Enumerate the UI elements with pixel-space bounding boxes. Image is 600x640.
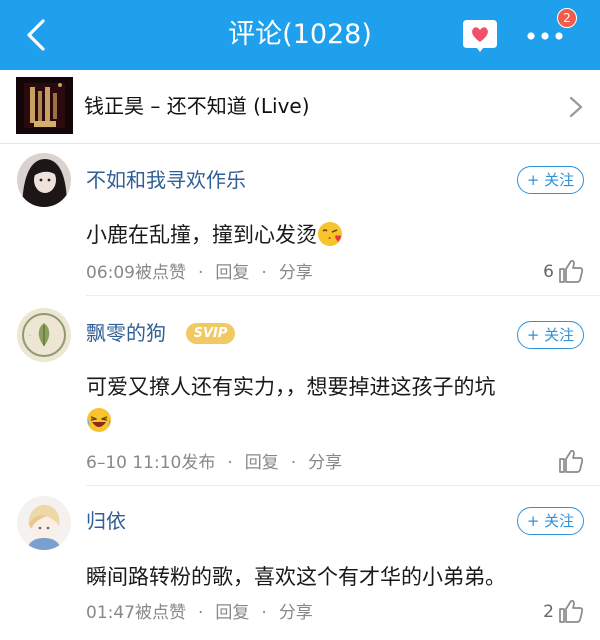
comment-username[interactable]: 不如和我寻欢作乐 (86, 166, 246, 194)
thumbs-up-icon (559, 259, 584, 283)
user-avatar-image (17, 153, 71, 207)
avatar[interactable] (17, 153, 71, 207)
like-button[interactable]: 2 (524, 598, 584, 626)
separator-dot: · (261, 263, 267, 283)
comment-time: 01:47被点赞 (86, 603, 186, 623)
follow-button[interactable]: + 关注 (517, 507, 584, 535)
back-button[interactable] (18, 16, 54, 54)
reply-button[interactable]: 回复 (215, 262, 249, 284)
separator-dot: · (261, 603, 267, 623)
notification-badge: 2 (557, 8, 577, 28)
comment-item: · 飘零的狗 SVIP + 关注 可爱又撩人还有实力，，想要掉进这孩子的坑 6–… (0, 296, 600, 486)
comment-text: 瞬间路转粉的歌，喜欢这个有才华的小弟弟。 (86, 560, 586, 594)
page-title: 评论(1028) (228, 19, 372, 50)
like-button[interactable]: 6 (524, 258, 584, 286)
svg-text:·: · (29, 333, 31, 340)
comment-text-content: 小鹿在乱撞，撞到心发烫 (86, 223, 317, 247)
comment-text: 可爱又撩人还有实力，，想要掉进这孩子的坑 (86, 370, 586, 438)
separator-dot: · (198, 603, 204, 623)
comment-time: 6–10 11:10发布 (86, 453, 216, 473)
follow-button[interactable]: + 关注 (517, 166, 584, 194)
favorite-button[interactable] (461, 18, 499, 54)
svip-badge: SVIP (186, 323, 235, 344)
user-avatar-image: · (17, 308, 71, 362)
heart-chat-icon (463, 20, 497, 52)
thumbs-up-icon (559, 599, 584, 623)
comment-username[interactable]: 飘零的狗 (86, 319, 166, 347)
separator-dot: · (198, 263, 204, 283)
song-info-bar[interactable]: 钱正昊 – 还不知道 (Live) (0, 70, 600, 144)
like-button[interactable] (524, 448, 584, 476)
comment-username[interactable]: 归依 (86, 507, 126, 535)
reply-button[interactable]: 回复 (245, 452, 279, 474)
comment-item: 不如和我寻欢作乐 + 关注 小鹿在乱撞，撞到心发烫 06:09被点赞 · 回复 · 分享… (0, 144, 600, 296)
laughing-emoji-icon (87, 408, 111, 432)
comment-text-content: 瞬间路转粉的歌，喜欢这个有才华的小弟弟。 (86, 565, 506, 589)
user-avatar-image (17, 496, 71, 550)
comment-text: 小鹿在乱撞，撞到心发烫 (86, 218, 586, 252)
separator-dot: · (227, 453, 233, 473)
separator-dot: · (290, 453, 297, 473)
kiss-emoji-icon (318, 222, 342, 246)
avatar[interactable]: · (17, 308, 71, 362)
like-count: 2 (543, 602, 554, 622)
follow-button[interactable]: + 关注 (517, 321, 584, 349)
album-art-image (16, 77, 73, 134)
chevron-right-icon (569, 96, 583, 118)
comment-text-content: 可爱又撩人还有实力，，想要掉进这孩子的坑 (86, 375, 496, 399)
share-button[interactable]: 分享 (279, 262, 313, 284)
comment-meta: 06:09被点赞 · 回复 · 分享 (86, 262, 313, 284)
top-nav-bar: 评论(1028) 2 (0, 0, 600, 70)
comment-meta: 01:47被点赞 · 回复 · 分享 (86, 602, 313, 624)
comment-time: 06:09被点赞 (86, 263, 186, 283)
chevron-left-icon (27, 19, 45, 51)
avatar[interactable] (17, 496, 71, 550)
comment-meta: 6–10 11:10发布 · 回复 · 分享 (86, 452, 342, 474)
share-button[interactable]: 分享 (279, 602, 313, 624)
album-cover (16, 77, 73, 134)
thumbs-up-icon (559, 449, 584, 473)
share-button[interactable]: 分享 (308, 452, 342, 474)
reply-button[interactable]: 回复 (215, 602, 249, 624)
comment-item: 归依 + 关注 瞬间路转粉的歌，喜欢这个有才华的小弟弟。 01:47被点赞 · 回复… (0, 486, 600, 640)
song-title: 钱正昊 – 还不知道 (Live) (84, 94, 310, 118)
like-count: 6 (543, 262, 554, 282)
